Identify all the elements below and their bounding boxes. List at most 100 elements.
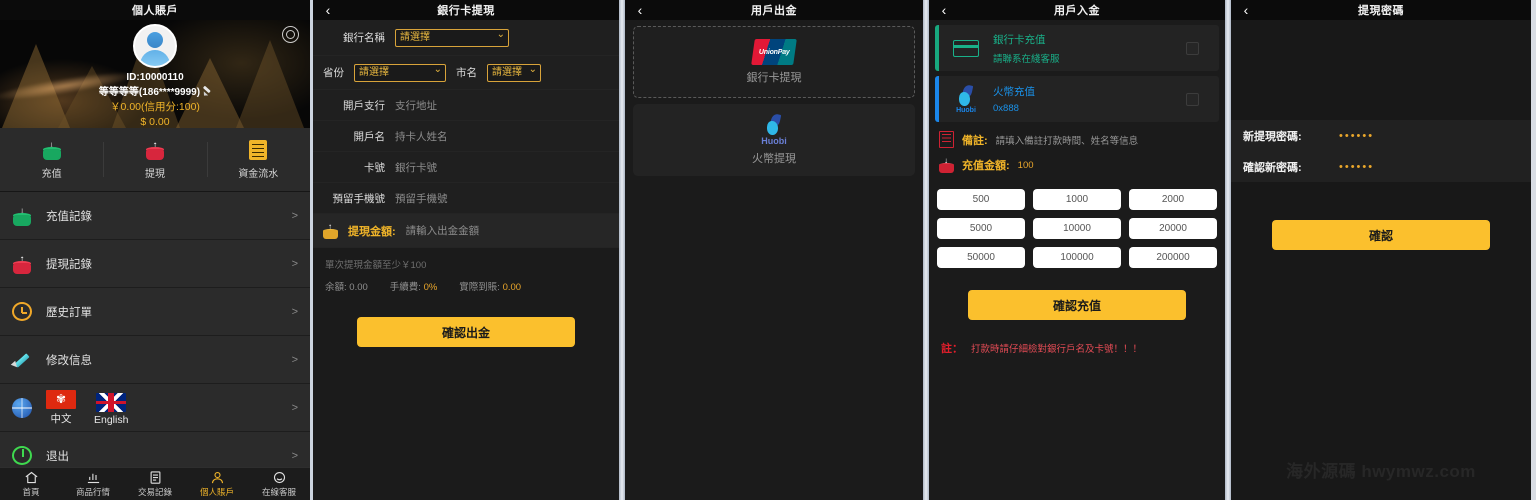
language-option-zh[interactable]: 中文 xyxy=(46,389,76,426)
memo-label: 備註: xyxy=(962,134,988,147)
pencil-icon[interactable] xyxy=(202,87,211,96)
amount-preset[interactable]: 1000 xyxy=(1033,189,1121,210)
memo-input[interactable]: 請填入備註打款時間、姓名等信息 xyxy=(996,133,1139,147)
amount-preset[interactable]: 100000 xyxy=(1033,247,1121,268)
confirm-password-button[interactable]: 確認 xyxy=(1272,220,1490,250)
bottom-tabbar: 首頁 商品行情 交易記錄 個人賬戶 在線客服 xyxy=(0,467,310,500)
menu-item-deposit-record[interactable]: ↓ 充值記錄 > xyxy=(0,192,310,240)
tab-label: 交易記錄 xyxy=(137,487,172,497)
branch-label: 開戶支行 xyxy=(343,99,385,112)
amount-preset[interactable]: 50000 xyxy=(937,247,1025,268)
chevron-right-icon: > xyxy=(291,401,298,414)
tab-trade-records[interactable]: 交易記錄 xyxy=(124,470,186,498)
avatar[interactable] xyxy=(133,24,177,68)
ledger-icon xyxy=(249,139,268,160)
power-icon xyxy=(12,446,32,465)
menu-item-history-orders[interactable]: 歷史訂單 > xyxy=(0,288,310,336)
panel-user-deposit: ‹ 用戶入金 銀行卡充值 請聯系在綫客服 Huobi 火幣充值 0x888 備註… xyxy=(929,0,1225,500)
panel-personal-account: 個人賬戶 ID:10000110 等等等等(186****9999) ￥0.00… xyxy=(0,0,310,500)
navbar-user-deposit: ‹ 用戶入金 xyxy=(929,0,1225,20)
tab-home[interactable]: 首頁 xyxy=(0,470,62,498)
pencil-icon xyxy=(12,350,32,370)
deposit-method-huobi[interactable]: Huobi 火幣充值 0x888 xyxy=(935,76,1219,122)
menu-item-label: 退出 xyxy=(46,450,69,463)
deposit-method-title: 銀行卡充值 xyxy=(993,33,1046,46)
method-label: 銀行卡提現 xyxy=(746,72,802,84)
deposit-method-bankcard[interactable]: 銀行卡充值 請聯系在綫客服 xyxy=(935,25,1219,71)
memo-icon xyxy=(939,131,954,148)
chevron-left-icon[interactable]: ‹ xyxy=(322,3,334,17)
panel-user-withdraw: ‹ 用戶出金 UnionPay 銀行卡提現 Huobi 火幣提現 xyxy=(625,0,923,500)
tab-support[interactable]: 在線客服 xyxy=(248,470,310,498)
chevron-left-icon[interactable]: ‹ xyxy=(634,3,646,17)
menu-item-label: 歷史訂單 xyxy=(46,306,92,319)
amount-preset[interactable]: 5000 xyxy=(937,218,1025,239)
province-select[interactable]: 請選擇 xyxy=(354,63,446,82)
language-option-en[interactable]: English xyxy=(94,392,129,426)
accent-bar xyxy=(935,76,939,122)
amount-preset[interactable]: 200000 xyxy=(1129,247,1217,268)
amount-preset[interactable]: 2000 xyxy=(1129,189,1217,210)
account-name: 等等等等(186****9999) xyxy=(98,87,201,98)
amount-preset[interactable]: 20000 xyxy=(1129,218,1217,239)
row-province-city: 省份 請選擇 市名 請選擇 xyxy=(313,56,619,90)
amount-preset[interactable]: 500 xyxy=(937,189,1025,210)
chevron-left-icon[interactable]: ‹ xyxy=(1240,3,1252,17)
city-label: 市名 xyxy=(456,67,477,79)
panel-withdraw-password: ‹ 提現密碼 新提現密碼: •••••• 確認新密碼: •••••• 確認 海外… xyxy=(1231,0,1531,500)
quick-action-ledger[interactable]: 資金流水 xyxy=(206,128,310,191)
hk-flag-icon xyxy=(46,389,76,409)
branch-input[interactable]: 支行地址 xyxy=(395,98,437,113)
page-title: 銀行卡提現 xyxy=(437,5,495,17)
tab-personal-account[interactable]: 個人賬戶 xyxy=(186,470,248,498)
withdraw-amount-input[interactable]: 請輸入出金金額 xyxy=(406,223,480,238)
profile-summary: ID:10000110 等等等等(186****9999) ￥0.00(信用分:… xyxy=(0,71,310,128)
withdraw-coin-icon: ↑ xyxy=(145,140,165,160)
chevron-left-icon[interactable]: ‹ xyxy=(938,3,950,17)
gear-icon[interactable] xyxy=(282,26,299,43)
tab-market[interactable]: 商品行情 xyxy=(62,470,124,498)
phone-input[interactable]: 預留手機號 xyxy=(395,191,448,206)
deposit-note: 註： 打款時請仔細檢對銀行戶名及卡號！！！ xyxy=(929,320,1225,356)
row-bank-name: 銀行名稱 請選擇 xyxy=(313,20,619,56)
card-number-input[interactable]: 銀行卡號 xyxy=(395,160,437,175)
menu-item-label: 提現記錄 xyxy=(46,258,92,271)
quick-action-deposit[interactable]: ↓ 充值 xyxy=(0,128,103,191)
confirm-deposit-button[interactable]: 確認充值 xyxy=(968,290,1186,320)
bank-name-select[interactable]: 請選擇 xyxy=(395,28,509,47)
stat-label: 實際到賬: xyxy=(459,282,500,293)
menu-item-edit-info[interactable]: 修改信息 > xyxy=(0,336,310,384)
menu-item-withdraw-record[interactable]: ↑ 提現記錄 > xyxy=(0,240,310,288)
quick-action-withdraw[interactable]: ↑ 提現 xyxy=(103,128,206,191)
deposit-method-text: 火幣充值 0x888 xyxy=(993,84,1176,114)
deposit-method-sub: 請聯系在綫客服 xyxy=(993,53,1060,65)
confirm-password-input[interactable]: •••••• xyxy=(1339,161,1374,173)
menu-item-label: 充值記錄 xyxy=(46,210,92,223)
amount-preset[interactable]: 10000 xyxy=(1033,218,1121,239)
navbar-profile: 個人賬戶 xyxy=(0,0,310,20)
row-card-number: 卡號 銀行卡號 xyxy=(313,152,619,183)
city-select[interactable]: 請選擇 xyxy=(487,63,541,82)
deposit-amount-input[interactable]: 100 xyxy=(1018,160,1034,171)
deposit-method-checkbox[interactable] xyxy=(1186,92,1199,106)
stat-fee: 手續費: 0% xyxy=(390,279,438,293)
list-icon xyxy=(150,471,160,484)
new-password-input[interactable]: •••••• xyxy=(1339,130,1374,142)
deposit-method-checkbox[interactable] xyxy=(1186,41,1199,55)
deposit-amount-label: 充值金額: xyxy=(962,160,1010,172)
language-label: English xyxy=(94,413,129,426)
withdraw-method-bankcard[interactable]: UnionPay 銀行卡提現 xyxy=(633,26,915,98)
account-name-row: 等等等等(186****9999) xyxy=(0,85,310,100)
menu-item-language[interactable]: 中文 English > xyxy=(0,384,310,432)
holder-input[interactable]: 持卡人姓名 xyxy=(395,129,448,144)
panel-bank-withdraw: ‹ 銀行卡提現 銀行名稱 請選擇 省份 請選擇 市名 請選擇 開戶支行 支行地址… xyxy=(313,0,619,500)
chart-icon xyxy=(87,473,99,484)
deposit-record-icon: ↓ xyxy=(12,206,32,226)
confirm-withdraw-button[interactable]: 確認出金 xyxy=(357,317,575,347)
bank-name-label: 銀行名稱 xyxy=(343,32,385,44)
huobi-icon: Huobi xyxy=(949,85,983,114)
withdraw-method-huobi[interactable]: Huobi 火幣提現 xyxy=(633,104,915,176)
screenshot-stage: 個人賬戶 ID:10000110 等等等等(186****9999) ￥0.00… xyxy=(0,0,1536,500)
balance-usd: $ 0.00 xyxy=(140,116,170,128)
